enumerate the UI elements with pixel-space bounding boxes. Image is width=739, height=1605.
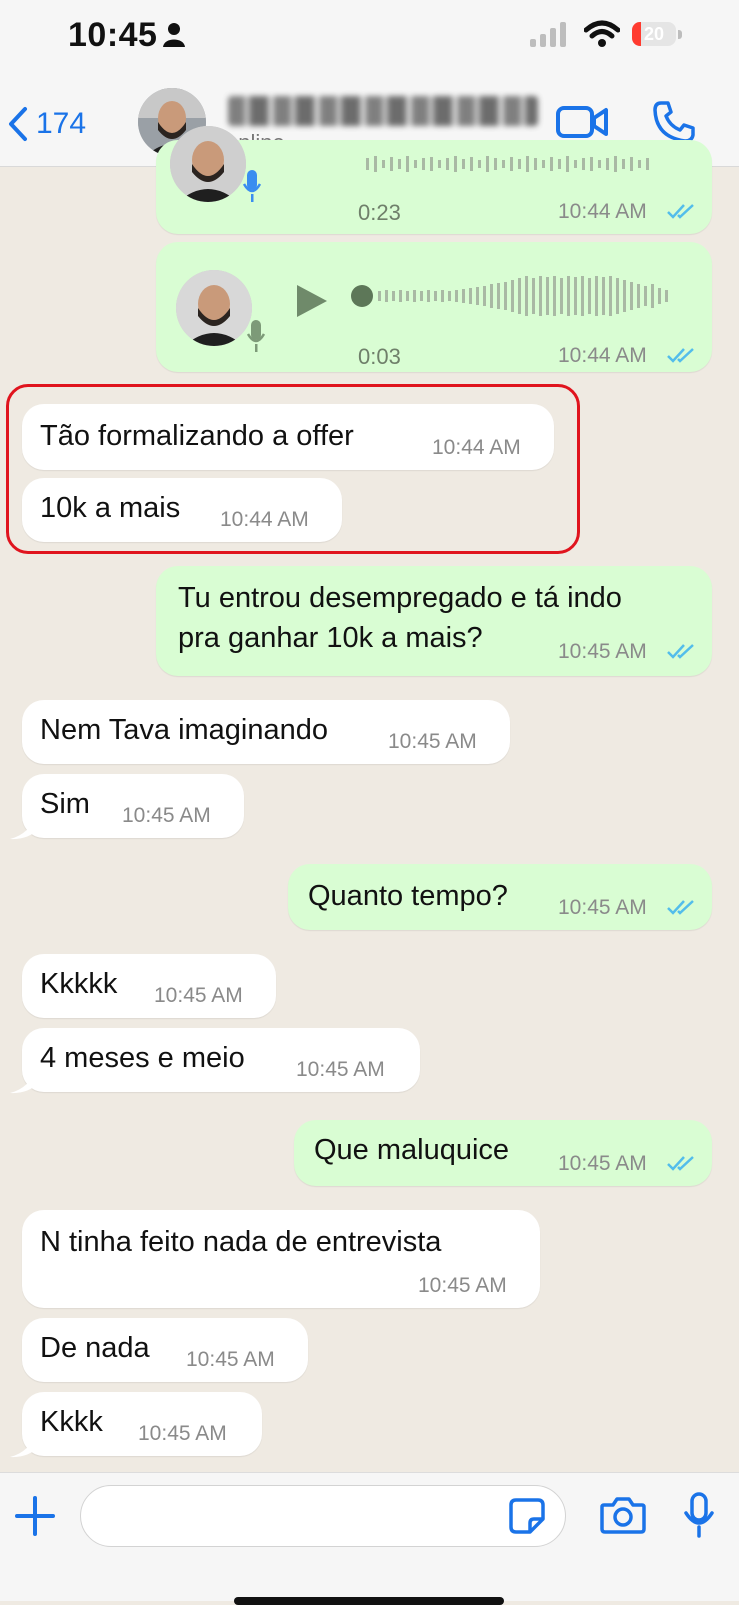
message-text: Sim xyxy=(40,788,90,820)
message-text: N tinha feito nada de entrevista xyxy=(40,1226,442,1258)
message-input[interactable] xyxy=(80,1485,566,1547)
bubble-tail xyxy=(10,812,40,840)
mic-icon xyxy=(242,170,262,202)
wifi-icon xyxy=(584,20,620,47)
incoming-message[interactable]: N tinha feito nada de entrevista 10:45 A… xyxy=(22,1210,540,1308)
message-time: 10:45 AM xyxy=(296,1058,385,1081)
voice-duration: 0:23 xyxy=(358,200,401,225)
message-text: Kkkkk xyxy=(40,968,118,1000)
read-ticks-icon xyxy=(667,1156,694,1171)
battery-indicator: 20 xyxy=(632,22,684,48)
plus-icon[interactable] xyxy=(14,1495,56,1537)
message-time: 10:45 AM xyxy=(186,1348,275,1371)
bubble-tail xyxy=(10,1430,40,1458)
message-time: 10:45 AM xyxy=(558,1152,647,1175)
voice-message[interactable]: 0:03 10:44 AM xyxy=(156,242,712,372)
read-ticks-icon xyxy=(667,644,694,659)
waveform xyxy=(366,156,649,172)
mic-icon xyxy=(246,320,266,352)
voice-message[interactable]: 0:23 10:44 AM xyxy=(156,126,712,234)
message-text: 10k a mais xyxy=(40,492,181,524)
home-indicator xyxy=(234,1597,504,1605)
message-composer xyxy=(0,1472,739,1605)
phone-icon[interactable] xyxy=(652,100,696,144)
message-text-line-2: pra ganhar 10k a mais? xyxy=(178,622,483,654)
incoming-message[interactable]: Nem Tava imaginando 10:45 AM xyxy=(22,700,510,764)
bubble-tail xyxy=(10,1066,40,1094)
message-time: 10:45 AM xyxy=(154,984,243,1007)
sticker-icon[interactable] xyxy=(508,1497,546,1535)
chevron-left-icon xyxy=(9,107,27,141)
signal-icon xyxy=(530,22,566,47)
message-text: Que maluquice xyxy=(314,1134,510,1166)
voice-duration: 0:03 xyxy=(358,344,401,369)
message-text: Quanto tempo? xyxy=(308,880,508,912)
message-time: 10:45 AM xyxy=(388,730,477,753)
incoming-message[interactable]: Tão formalizando a offer 10:44 AM xyxy=(22,404,554,470)
camera-icon[interactable] xyxy=(600,1495,646,1535)
play-icon[interactable] xyxy=(294,282,330,320)
message-time: 10:45 AM xyxy=(558,640,647,663)
status-time: 10:45 xyxy=(68,16,158,54)
contact-name-redacted[interactable] xyxy=(228,96,538,126)
battery-level: 20 xyxy=(643,24,665,44)
read-ticks-icon xyxy=(667,204,694,219)
sender-avatar xyxy=(176,270,252,346)
message-text: Nem Tava imaginando xyxy=(40,714,329,746)
message-time: 10:44 AM xyxy=(432,436,521,459)
status-bar: 10:45 20 xyxy=(0,0,739,78)
message-time: 10:45 AM xyxy=(122,804,211,827)
incoming-message[interactable]: Kkkk 10:45 AM xyxy=(22,1392,262,1456)
incoming-message[interactable]: De nada 10:45 AM xyxy=(22,1318,308,1382)
message-time: 10:45 AM xyxy=(418,1274,507,1297)
message-text: Tão formalizando a offer xyxy=(40,420,354,452)
message-text-line-1: Tu entrou desempregado e tá indo xyxy=(178,582,622,614)
incoming-message[interactable]: Kkkkk 10:45 AM xyxy=(22,954,276,1018)
message-time: 10:44 AM xyxy=(220,508,309,531)
sender-avatar xyxy=(170,126,246,202)
person-icon xyxy=(163,23,185,47)
incoming-message[interactable]: 10k a mais 10:44 AM xyxy=(22,478,342,542)
microphone-icon[interactable] xyxy=(682,1491,716,1539)
outgoing-message[interactable]: Tu entrou desempregado e tá indo pra gan… xyxy=(156,566,712,676)
message-text: 4 meses e meio xyxy=(40,1042,245,1074)
incoming-message[interactable]: 4 meses e meio 10:45 AM xyxy=(22,1028,420,1092)
incoming-message[interactable]: Sim 10:45 AM xyxy=(22,774,244,838)
message-time: 10:44 AM xyxy=(558,344,647,367)
message-time: 10:45 AM xyxy=(558,896,647,919)
message-text: Kkkk xyxy=(40,1406,103,1438)
video-call-icon[interactable] xyxy=(556,104,608,140)
message-time: 10:44 AM xyxy=(558,200,647,223)
back-button[interactable]: 174 xyxy=(8,104,86,144)
waveform[interactable] xyxy=(350,272,682,320)
unread-count: 174 xyxy=(36,107,87,140)
message-text: De nada xyxy=(40,1332,150,1364)
outgoing-message[interactable]: Que maluquice 10:45 AM xyxy=(294,1120,712,1186)
read-ticks-icon xyxy=(667,348,694,363)
outgoing-message[interactable]: Quanto tempo? 10:45 AM xyxy=(288,864,712,930)
message-time: 10:45 AM xyxy=(138,1422,227,1445)
read-ticks-icon xyxy=(667,900,694,915)
